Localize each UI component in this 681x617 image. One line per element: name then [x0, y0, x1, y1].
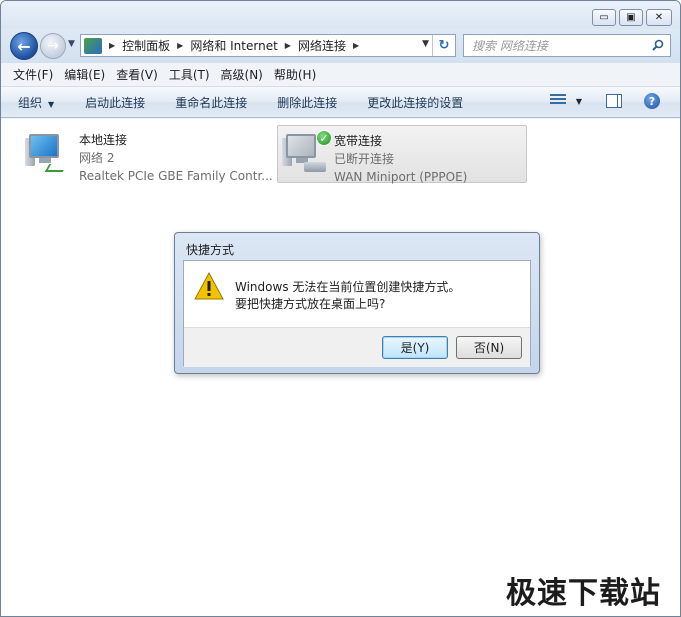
- maximize-button[interactable]: ▣: [619, 9, 643, 26]
- organize-button[interactable]: 组织 ▼: [18, 94, 54, 111]
- yes-button[interactable]: 是(Y): [382, 336, 448, 359]
- menu-advanced[interactable]: 高级(N): [221, 66, 263, 83]
- connection-device: WAN Miniport (PPPOE): [334, 170, 468, 184]
- address-bar[interactable]: ▶ 控制面板 ▶ 网络和 Internet ▶ 网络连接 ▶ ▼ ↻: [80, 34, 456, 57]
- search-icon[interactable]: [652, 39, 664, 51]
- dialog-title: 快捷方式: [186, 243, 235, 257]
- connection-name: 宽带连接: [334, 134, 383, 148]
- rename-connection-button[interactable]: 重命名此连接: [175, 94, 247, 111]
- menu-bar: 文件(F) 编辑(E) 查看(V) 工具(T) 高级(N) 帮助(H): [1, 63, 680, 87]
- dialog-button-bar: 是(Y) 否(N): [184, 327, 530, 367]
- organize-label: 组织: [18, 95, 43, 110]
- breadcrumb-separator-icon[interactable]: ▶: [177, 41, 183, 50]
- control-panel-icon: [84, 37, 102, 54]
- watermark-text: 极速下载站: [506, 576, 661, 611]
- start-connection-button[interactable]: 启动此连接: [85, 94, 145, 111]
- connection-name: 本地连接: [79, 133, 128, 147]
- forward-button[interactable]: →: [40, 33, 66, 59]
- dialog-message-area: Windows 无法在当前位置创建快捷方式。 要把快捷方式放在桌面上吗?: [184, 261, 530, 327]
- dialog-message-line-1: Windows 无法在当前位置创建快捷方式。: [235, 280, 461, 294]
- breadcrumb-network-internet[interactable]: 网络和 Internet: [190, 37, 277, 54]
- breadcrumb-separator-icon[interactable]: ▶: [109, 41, 115, 50]
- dialog-body: Windows 无法在当前位置创建快捷方式。 要把快捷方式放在桌面上吗? 是(Y…: [183, 260, 531, 367]
- connected-check-icon: ✓: [316, 130, 332, 146]
- delete-connection-button[interactable]: 删除此连接: [277, 94, 337, 111]
- recent-pages-chevron-down-icon[interactable]: ▼: [68, 39, 75, 49]
- connection-info: 本地连接 网络 2 Realtek PCIe GBE Family Contr.…: [79, 131, 273, 185]
- network-connections-window: ▭ ▣ ✕ ← → ▼ ▶ 控制面板 ▶ 网络和 Internet ▶ 网络连接…: [0, 0, 681, 617]
- no-button[interactable]: 否(N): [456, 336, 522, 359]
- search-box[interactable]: [463, 34, 671, 57]
- lan-connection-icon: [25, 130, 68, 174]
- menu-edit[interactable]: 编辑(E): [64, 66, 105, 83]
- search-input[interactable]: [472, 38, 642, 53]
- help-icon[interactable]: ?: [644, 93, 660, 109]
- warning-icon: [194, 272, 224, 300]
- dialog-message-line-2: 要把快捷方式放在桌面上吗?: [235, 297, 386, 311]
- minimize-button[interactable]: ▭: [592, 9, 616, 26]
- caption-buttons: ▭ ▣ ✕: [592, 9, 672, 26]
- connection-local-area[interactable]: 本地连接 网络 2 Realtek PCIe GBE Family Contr.…: [23, 125, 273, 183]
- menu-view[interactable]: 查看(V): [116, 66, 158, 83]
- menu-file[interactable]: 文件(F): [13, 66, 53, 83]
- close-button[interactable]: ✕: [646, 9, 672, 26]
- shortcut-dialog: 快捷方式 Windows 无法在当前位置创建快捷方式。 要把快捷方式放在桌面上吗…: [174, 232, 540, 374]
- breadcrumb-control-panel[interactable]: 控制面板: [122, 37, 170, 54]
- title-bar[interactable]: ▭ ▣ ✕: [1, 1, 680, 29]
- breadcrumb-separator-icon[interactable]: ▶: [353, 41, 359, 50]
- connection-device: Realtek PCIe GBE Family Contr...: [79, 169, 273, 183]
- connection-status: 已断开连接: [334, 152, 395, 166]
- view-options-chevron-down-icon[interactable]: ▼: [576, 97, 582, 106]
- address-history-chevron-down-icon[interactable]: ▼: [422, 39, 429, 49]
- broadband-connection-icon: ✓: [282, 130, 332, 174]
- breadcrumb-separator-icon[interactable]: ▶: [285, 41, 291, 50]
- menu-help[interactable]: 帮助(H): [274, 66, 316, 83]
- connection-status: 网络 2: [79, 151, 115, 165]
- change-view-icon[interactable]: [549, 94, 566, 108]
- organize-chevron-down-icon: ▼: [48, 99, 55, 109]
- navigation-bar: ← → ▼ ▶ 控制面板 ▶ 网络和 Internet ▶ 网络连接 ▶ ▼ ↻: [1, 29, 680, 63]
- back-button[interactable]: ←: [10, 32, 38, 60]
- connection-info: 宽带连接 已断开连接 WAN Miniport (PPPOE): [334, 132, 467, 186]
- connection-broadband[interactable]: ✓ 宽带连接 已断开连接 WAN Miniport (PPPOE): [277, 125, 527, 186]
- preview-pane-icon[interactable]: [606, 94, 622, 108]
- refresh-button[interactable]: ↻: [432, 35, 455, 56]
- breadcrumb-network-connections[interactable]: 网络连接: [298, 37, 346, 54]
- change-connection-settings-button[interactable]: 更改此连接的设置: [367, 94, 463, 111]
- command-bar: 组织 ▼ 启动此连接 重命名此连接 删除此连接 更改此连接的设置 ▼ ?: [1, 87, 680, 118]
- menu-tools[interactable]: 工具(T): [169, 66, 210, 83]
- command-bar-tools: ▼ ?: [549, 93, 660, 109]
